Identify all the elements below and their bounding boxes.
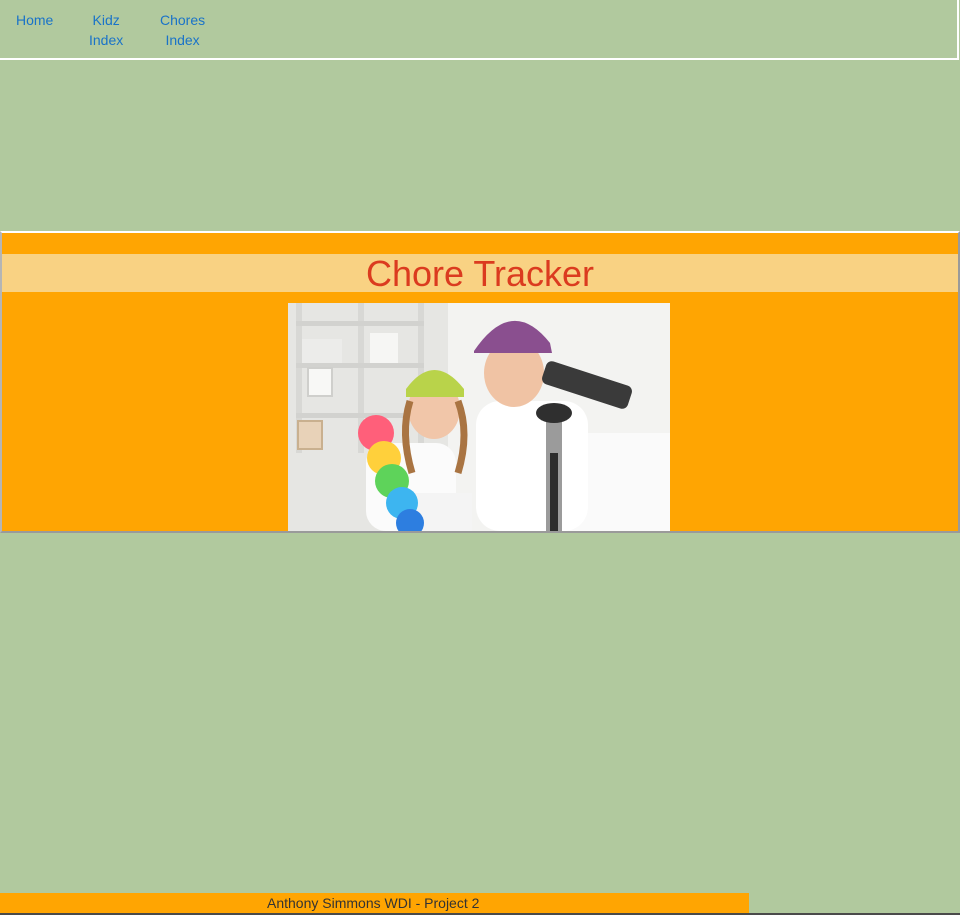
nav-link-chores-index[interactable]: Chores Index: [160, 10, 205, 50]
nav-link-kidz-index[interactable]: Kidz Index: [89, 10, 123, 50]
nav-link-home-label: Home: [16, 12, 54, 28]
kids-chores-illustration: [288, 303, 670, 531]
nav-link-kidz-line2: Index: [89, 32, 124, 48]
footer-credit: Anthony Simmons WDI - Project 2: [267, 895, 480, 911]
hero-photo: [288, 303, 670, 531]
nav-link-chores-line1: Chores: [160, 12, 206, 28]
footer: Anthony Simmons WDI - Project 2: [0, 893, 749, 913]
nav-link-home[interactable]: Home: [16, 10, 53, 30]
nav-link-kidz-line1: Kidz: [92, 12, 120, 28]
hero-panel: Chore Tracker: [0, 231, 960, 533]
title-band: Chore Tracker: [2, 253, 958, 294]
top-nav: Home Kidz Index Chores Index: [0, 0, 959, 60]
page-title: Chore Tracker: [365, 253, 595, 294]
nav-link-chores-line2: Index: [165, 32, 200, 48]
